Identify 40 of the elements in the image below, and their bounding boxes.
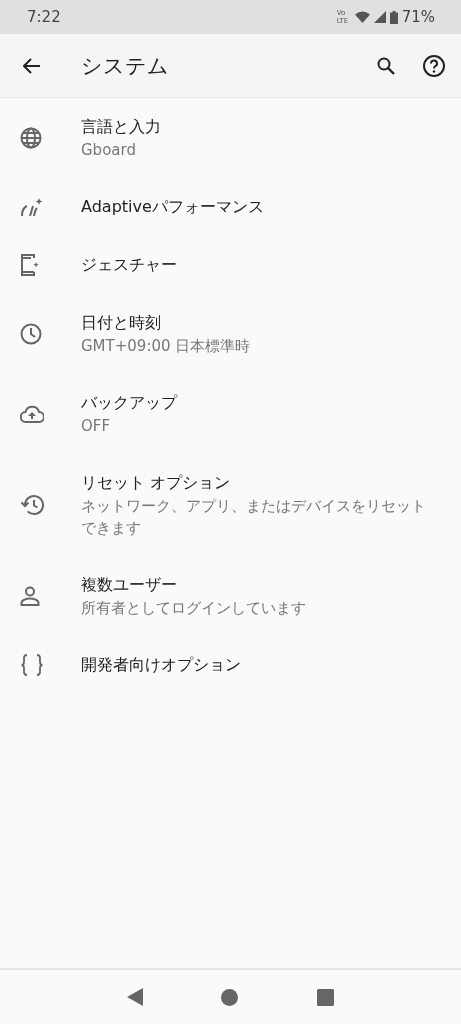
code-braces-icon — [20, 653, 44, 677]
settings-item[interactable]: 開発者向けオプション — [0, 636, 461, 694]
item-title: ジェスチャー — [81, 254, 177, 276]
battery-percent: 71% — [401, 8, 435, 26]
recents-icon[interactable] — [316, 988, 334, 1006]
item-title: Adaptiveパフォーマンス — [81, 196, 264, 218]
item-title: 開発者向けオプション — [81, 654, 241, 676]
clock-time: 7:22 — [27, 8, 61, 26]
page-title: システム — [81, 52, 170, 80]
item-summary: Gboard — [81, 140, 137, 161]
item-summary: ネットワーク、アプリ、またはデバイスをリセットできます — [81, 496, 427, 539]
globe-icon — [20, 127, 42, 149]
settings-item[interactable]: ジェスチャー — [0, 236, 461, 294]
settings-item[interactable]: Adaptiveパフォーマンス — [0, 178, 461, 236]
settings-item[interactable]: 複数ユーザー 所有者としてログインしています — [0, 556, 461, 636]
clock-icon — [20, 323, 42, 345]
item-summary: 所有者としてログインしています — [81, 598, 306, 619]
settings-item[interactable]: 言語と入力 Gboard — [0, 98, 461, 178]
item-title: バックアップ — [81, 392, 177, 414]
back-arrow-icon[interactable] — [23, 57, 41, 74]
phone-sparkle-icon — [20, 253, 40, 277]
signal-icon — [373, 11, 386, 23]
cloud-upload-icon — [20, 405, 44, 423]
item-title: 複数ユーザー — [81, 574, 178, 596]
settings-item[interactable]: 日付と時刻 GMT+09:00 日本標準時 — [0, 294, 461, 374]
help-icon[interactable] — [422, 53, 446, 78]
item-summary: GMT+09:00 日本標準時 — [81, 336, 251, 357]
item-title: 日付と時刻 — [81, 312, 162, 334]
wifi-icon — [354, 11, 370, 23]
back-icon[interactable] — [127, 988, 144, 1006]
item-summary: OFF — [81, 416, 112, 437]
home-icon[interactable] — [221, 988, 239, 1006]
settings-item[interactable]: バックアップ OFF — [0, 374, 461, 454]
settings-item[interactable]: リセット オプション ネットワーク、アプリ、またはデバイスをリセットできます — [0, 454, 461, 556]
item-title: 言語と入力 — [81, 116, 161, 138]
item-title: リセット オプション — [81, 472, 232, 494]
battery-icon — [389, 10, 398, 24]
history-icon — [20, 494, 44, 516]
search-icon[interactable] — [377, 56, 395, 75]
person-icon — [20, 586, 40, 606]
